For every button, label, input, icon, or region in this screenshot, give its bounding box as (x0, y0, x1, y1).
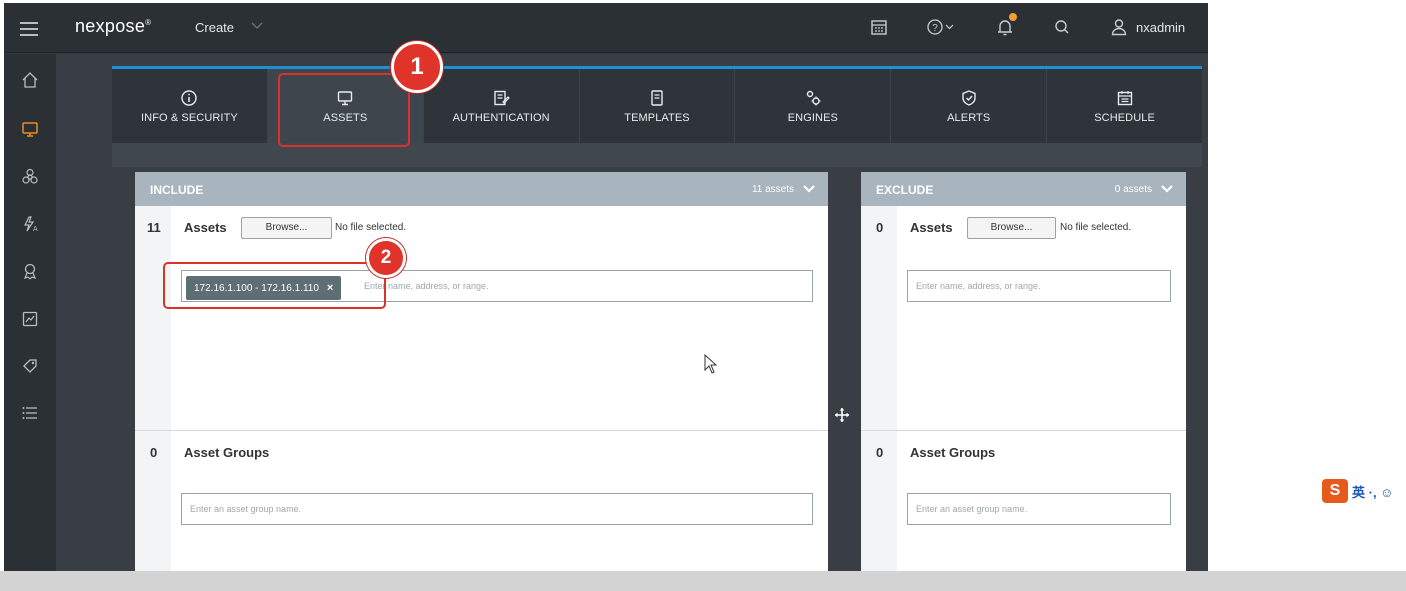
exclude-assets-input[interactable]: Enter name, address, or range. (907, 270, 1171, 302)
tab-label: SCHEDULE (1094, 112, 1155, 124)
shield-check-icon (960, 89, 978, 107)
chevron-down-icon[interactable] (250, 18, 264, 32)
vulnerabilities-biohazard-icon[interactable] (20, 167, 40, 187)
info-icon (180, 89, 198, 107)
top-navigation-bar: nexpose® Create ? nxadmin (4, 3, 1208, 53)
mouse-pointer-icon (704, 353, 718, 374)
tab-content-strip (112, 143, 1202, 167)
exclude-panel: EXCLUDE 0 assets 0 Assets Browse... No f… (861, 172, 1186, 571)
include-file-status: No file selected. (335, 222, 407, 233)
home-icon[interactable] (20, 70, 40, 90)
annotation-callout-2: 2 (366, 238, 406, 278)
tab-label: INFO & SECURITY (141, 112, 238, 124)
policies-icon[interactable]: A (20, 214, 40, 234)
tab-alerts[interactable]: ALERTS (891, 69, 1048, 143)
exclude-assets-placeholder: Enter name, address, or range. (916, 281, 1041, 291)
site-config-tabs: INFO & SECURITY ASSETS AUTHENTICATION TE… (112, 69, 1203, 143)
notification-badge (1009, 13, 1017, 21)
include-divider (135, 430, 828, 431)
template-icon (648, 89, 666, 107)
hamburger-menu-icon[interactable] (20, 18, 38, 38)
include-asset-group-input[interactable]: Enter an asset group name. (181, 493, 813, 525)
tab-authentication[interactable]: AUTHENTICATION (423, 69, 580, 143)
annotation-box-asset-range (163, 262, 386, 309)
exclude-group-placeholder: Enter an asset group name. (916, 504, 1028, 514)
tab-label: AUTHENTICATION (452, 112, 550, 124)
annotation-box-assets-tab (278, 73, 410, 147)
user-icon[interactable] (1109, 17, 1129, 37)
exclude-divider (861, 430, 1186, 431)
exclude-panel-header[interactable]: EXCLUDE 0 assets (861, 172, 1186, 206)
help-icon[interactable]: ? (925, 17, 959, 37)
include-title: INCLUDE (150, 183, 204, 197)
engines-gear-icon (804, 89, 822, 107)
include-groups-count: 0 (150, 445, 158, 460)
calendar-icon (1116, 89, 1134, 107)
remediation-ribbon-icon[interactable] (20, 261, 40, 281)
exclude-assets-count: 0 (876, 220, 884, 235)
include-browse-button[interactable]: Browse... (241, 217, 332, 239)
move-handle-icon[interactable] (834, 407, 850, 423)
chevron-down-icon[interactable] (802, 183, 816, 195)
tab-schedule[interactable]: SCHEDULE (1047, 69, 1203, 143)
tab-label: TEMPLATES (624, 112, 690, 124)
exclude-assets-label: Assets (910, 220, 953, 235)
include-assets-label: Assets (184, 220, 227, 235)
exclude-file-status: No file selected. (1060, 222, 1132, 233)
include-assets-count-column (135, 206, 171, 430)
exclude-groups-count: 0 (876, 445, 884, 460)
reports-icon[interactable] (20, 309, 40, 329)
calendar-icon[interactable] (869, 17, 889, 37)
exclude-browse-button[interactable]: Browse... (967, 217, 1056, 239)
search-icon[interactable] (1052, 17, 1072, 37)
username-label[interactable]: nxadmin (1136, 20, 1185, 35)
include-panel-header[interactable]: INCLUDE 11 assets (135, 172, 828, 206)
tab-templates[interactable]: TEMPLATES (579, 69, 736, 143)
main-content: INFO & SECURITY ASSETS AUTHENTICATION TE… (56, 54, 1208, 571)
tags-icon[interactable] (20, 356, 40, 376)
brand-logo[interactable]: nexpose® (75, 16, 151, 37)
exclude-asset-group-input[interactable]: Enter an asset group name. (907, 493, 1171, 525)
ime-status-text: 英 ·, ☺ (1352, 485, 1394, 500)
create-menu-label[interactable]: Create (195, 20, 234, 35)
tab-label: ALERTS (947, 112, 991, 124)
exclude-groups-label: Asset Groups (910, 445, 996, 460)
credential-icon (492, 89, 510, 107)
include-group-placeholder: Enter an asset group name. (190, 504, 302, 514)
tab-info-security[interactable]: INFO & SECURITY (112, 69, 268, 143)
tab-engines[interactable]: ENGINES (735, 69, 892, 143)
screenshot-stage: nexpose® Create ? nxadmin A INFO & SECUR… (0, 0, 1406, 591)
exclude-assets-count-column (861, 206, 897, 430)
annotation-callout-1: 1 (391, 41, 443, 93)
exclude-asset-count: 0 assets (1114, 184, 1152, 195)
svg-text:A: A (33, 226, 38, 233)
ime-logo: S (1322, 479, 1348, 503)
administration-list-icon[interactable] (20, 403, 40, 423)
chevron-down-icon[interactable] (1160, 183, 1174, 195)
exclude-title: EXCLUDE (876, 183, 934, 197)
include-assets-count: 11 (147, 220, 161, 235)
video-bottom-bar (0, 571, 1406, 591)
include-asset-count: 11 assets (751, 184, 794, 195)
include-groups-label: Asset Groups (184, 445, 270, 460)
assets-monitor-icon[interactable] (20, 119, 40, 139)
svg-text:?: ? (932, 23, 938, 34)
left-sidebar: A (4, 54, 56, 571)
include-panel: INCLUDE 11 assets 11 Assets Browse... No… (135, 172, 828, 571)
ime-toolbar[interactable]: S 英 ·, ☺ (1322, 479, 1406, 503)
tab-label: ENGINES (787, 112, 838, 124)
